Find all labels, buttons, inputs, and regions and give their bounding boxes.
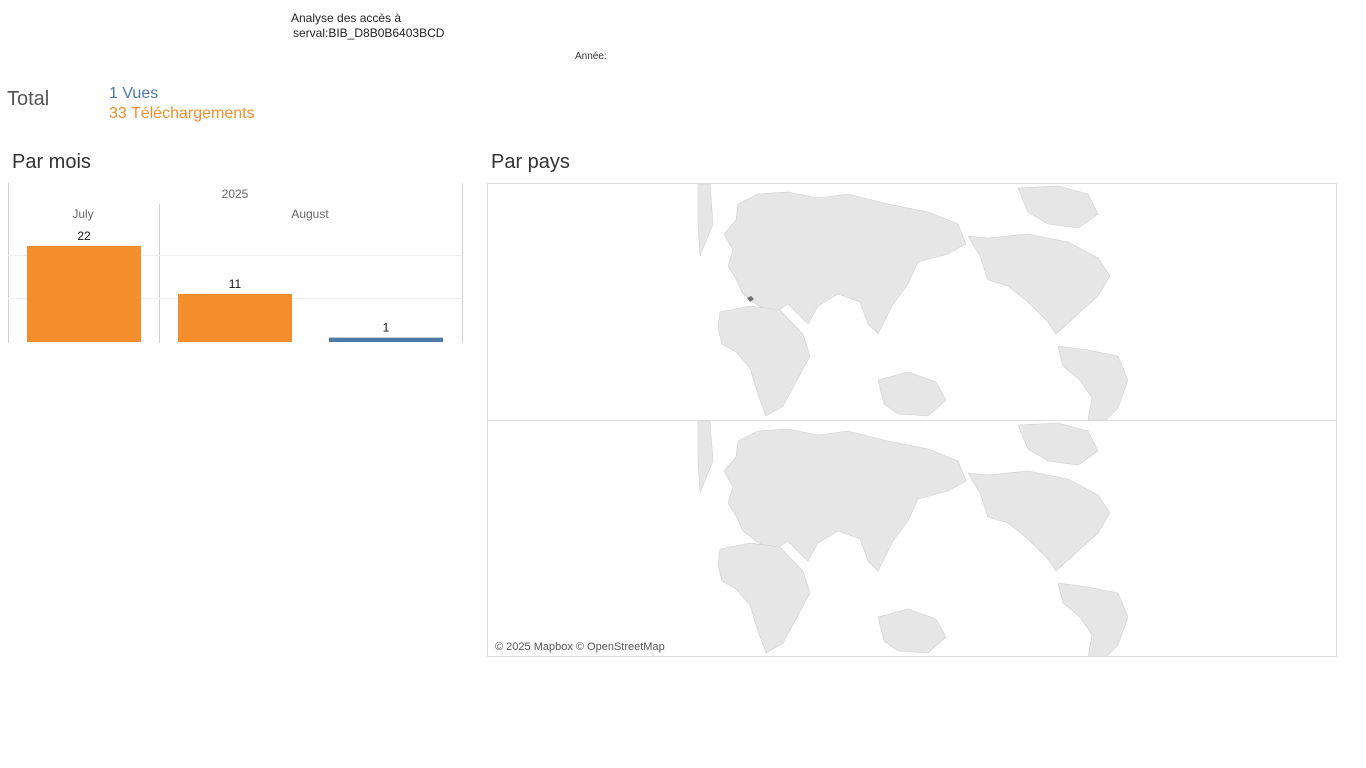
world-landmass	[697, 184, 1129, 420]
page-title: Analyse des accès à serval:BIB_D8B0B6403…	[291, 11, 444, 41]
bar-value-label: 11	[229, 277, 242, 291]
total-telechargements: 33 Téléchargements	[109, 105, 255, 122]
bar-value-label: 22	[77, 229, 91, 243]
bar-value-label: 1	[383, 321, 390, 335]
map-telechargements[interactable]	[488, 184, 1336, 420]
country-map[interactable]: © 2025 Mapbox © OpenStreetMap	[487, 183, 1337, 657]
map-credit[interactable]: © 2025 Mapbox © OpenStreetMap	[495, 641, 665, 653]
year-header: 2025	[222, 187, 249, 201]
world-landmass	[697, 421, 1129, 656]
par-pays-title: Par pays	[491, 151, 570, 173]
monthly-bar-chart[interactable]: 2025 July August 22111	[8, 183, 464, 345]
title-line-1: Analyse des accès à	[291, 11, 402, 25]
month-header-august: August	[291, 207, 329, 221]
bar-august-telechargements[interactable]	[178, 294, 292, 342]
par-mois-title: Par mois	[12, 151, 91, 173]
month-header-july: July	[72, 207, 93, 221]
total-vues: 1 Vues	[109, 85, 159, 102]
title-line-2: serval:BIB_D8B0B6403BCD	[293, 26, 445, 40]
bar-july-telechargements[interactable]	[27, 246, 141, 342]
map-vues[interactable]	[488, 421, 1336, 657]
total-label: Total	[7, 88, 50, 110]
bar-august-vues[interactable]	[329, 337, 443, 342]
year-filter-label[interactable]: Année:	[575, 51, 607, 62]
